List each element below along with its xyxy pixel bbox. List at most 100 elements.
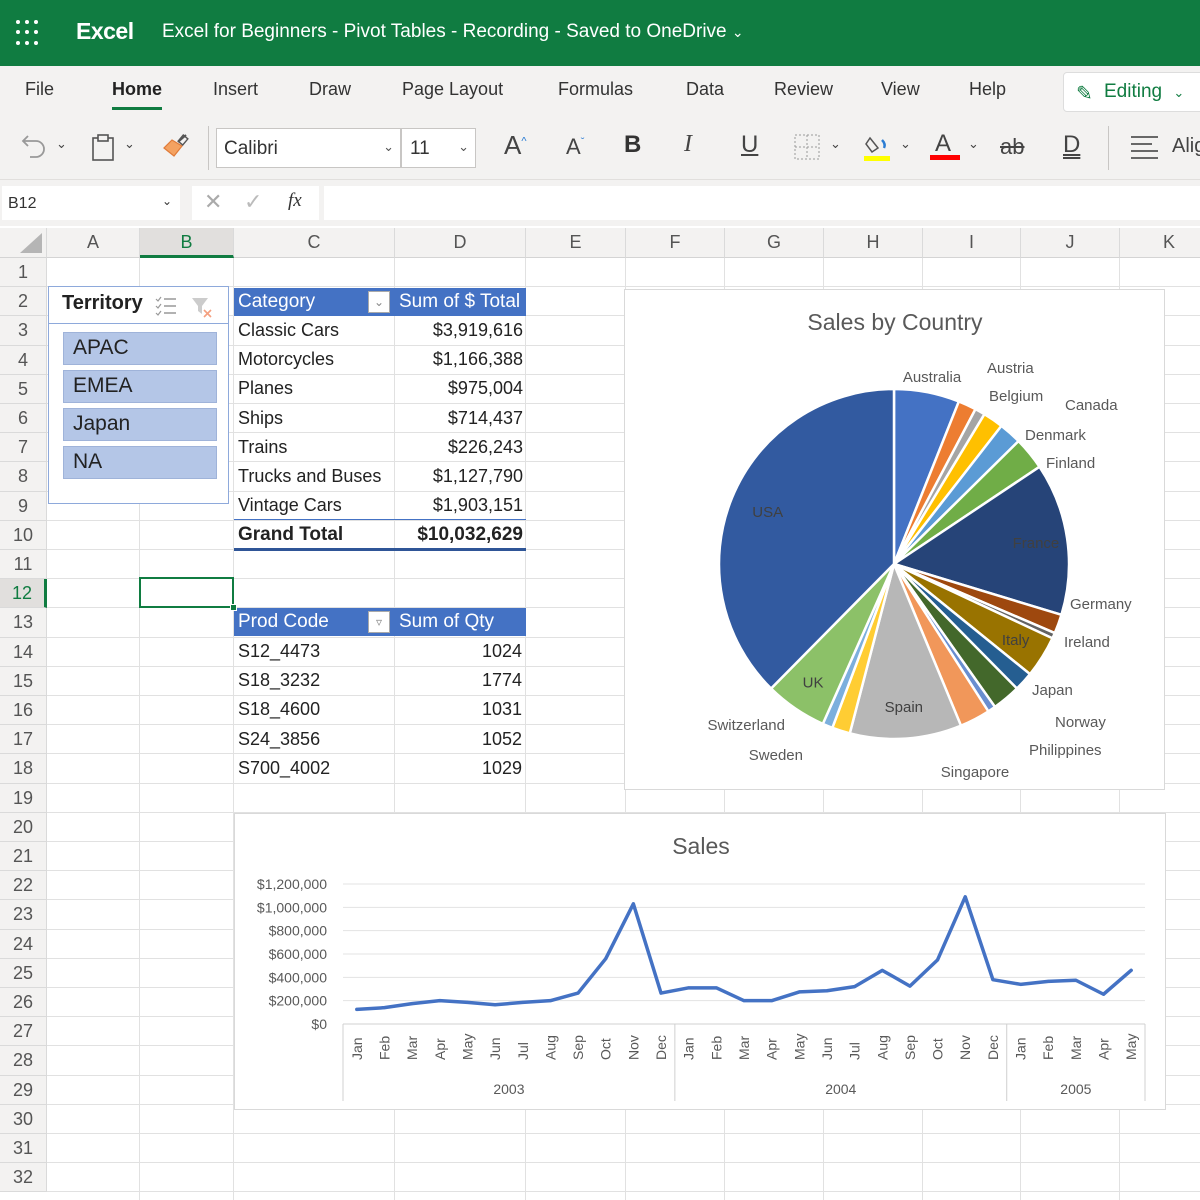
tab-review[interactable]: Review bbox=[774, 79, 833, 100]
row-header-15[interactable]: 15 bbox=[0, 666, 47, 696]
pivot-row-value[interactable]: $1,903,151 bbox=[395, 495, 523, 516]
row-header-7[interactable]: 7 bbox=[0, 433, 47, 463]
pivot-row-label[interactable]: Motorcycles bbox=[238, 349, 334, 370]
row-header-26[interactable]: 26 bbox=[0, 988, 47, 1018]
editing-mode-button[interactable]: ✎ Editing ⌄ bbox=[1063, 72, 1200, 112]
row-header-11[interactable]: 11 bbox=[0, 550, 47, 580]
column-header-c[interactable]: C bbox=[234, 228, 395, 258]
select-all-button[interactable] bbox=[0, 228, 47, 258]
sales-data-point[interactable] bbox=[1046, 979, 1050, 983]
fill-handle[interactable] bbox=[230, 604, 237, 611]
bold-button[interactable]: B bbox=[624, 131, 641, 159]
row-header-19[interactable]: 19 bbox=[0, 783, 47, 813]
tab-view[interactable]: View bbox=[881, 79, 920, 100]
territory-slicer[interactable]: Territory APAC EMEA Japan NA bbox=[48, 286, 229, 504]
row-header-17[interactable]: 17 bbox=[0, 725, 47, 755]
pie-chart-sales-by-country[interactable]: Sales by Country Australia Austria Belgium… bbox=[624, 289, 1165, 790]
row-header-1[interactable]: 1 bbox=[0, 258, 47, 288]
pivot-row-label[interactable]: Classic Cars bbox=[238, 320, 339, 341]
font-name-select[interactable]: Calibri ⌄ bbox=[216, 128, 401, 168]
grand-total-label[interactable]: Grand Total bbox=[238, 524, 343, 546]
sales-data-point[interactable] bbox=[1019, 982, 1023, 986]
tab-draw[interactable]: Draw bbox=[309, 79, 351, 100]
tab-insert[interactable]: Insert bbox=[213, 79, 258, 100]
sales-data-point[interactable] bbox=[991, 978, 995, 982]
sales-data-point[interactable] bbox=[631, 902, 635, 906]
tab-data[interactable]: Data bbox=[686, 79, 724, 100]
document-title[interactable]: Excel for Beginners - Pivot Tables - Rec… bbox=[162, 21, 744, 43]
align-label[interactable]: Alig bbox=[1172, 135, 1200, 158]
pivot-header-sum-total[interactable]: Sum of $ Total bbox=[395, 288, 526, 316]
column-header-b[interactable]: B bbox=[140, 228, 234, 258]
sales-data-point[interactable] bbox=[604, 957, 608, 961]
row-header-3[interactable]: 3 bbox=[0, 316, 47, 346]
sales-data-point[interactable] bbox=[797, 990, 801, 994]
borders-icon[interactable] bbox=[794, 134, 820, 166]
column-header-d[interactable]: D bbox=[395, 228, 526, 258]
row-header-6[interactable]: 6 bbox=[0, 404, 47, 434]
sales-data-point[interactable] bbox=[853, 985, 857, 989]
column-header-g[interactable]: G bbox=[725, 228, 824, 258]
pivot-row-value[interactable]: $714,437 bbox=[395, 408, 523, 429]
font-size-select[interactable]: 11 ⌄ bbox=[401, 128, 476, 168]
sales-data-point[interactable] bbox=[1129, 968, 1133, 972]
category-filter-dropdown-icon[interactable]: ⌄ bbox=[368, 291, 390, 313]
sales-data-point[interactable] bbox=[410, 1002, 414, 1006]
row-header-14[interactable]: 14 bbox=[0, 637, 47, 667]
pivot-row-value[interactable]: $1,166,388 bbox=[395, 349, 523, 370]
slicer-item-apac[interactable]: APAC bbox=[63, 332, 217, 365]
app-name[interactable]: Excel bbox=[76, 18, 134, 45]
sales-data-point[interactable] bbox=[438, 999, 442, 1003]
grand-total-value[interactable]: $10,032,629 bbox=[395, 524, 523, 546]
prod-code-filter-icon[interactable]: ▿ bbox=[368, 611, 390, 633]
pivot-row-label[interactable]: S700_4002 bbox=[238, 758, 330, 779]
column-header-e[interactable]: E bbox=[526, 228, 626, 258]
formula-input[interactable] bbox=[324, 186, 1200, 220]
row-header-22[interactable]: 22 bbox=[0, 871, 47, 901]
fill-color-dropdown-icon[interactable]: ⌄ bbox=[900, 136, 911, 152]
pivot-row-label[interactable]: S18_3232 bbox=[238, 670, 320, 691]
format-painter-icon[interactable] bbox=[160, 132, 190, 166]
row-header-25[interactable]: 25 bbox=[0, 958, 47, 988]
grow-font-button[interactable]: A^ bbox=[504, 130, 527, 161]
clear-filter-icon[interactable] bbox=[191, 296, 213, 323]
tab-file[interactable]: File bbox=[25, 79, 54, 100]
multi-select-icon[interactable] bbox=[155, 296, 177, 321]
row-header-12[interactable]: 12 bbox=[0, 579, 47, 609]
sales-data-point[interactable] bbox=[936, 958, 940, 962]
tab-home[interactable]: Home bbox=[112, 79, 163, 110]
app-launcher-icon[interactable] bbox=[16, 20, 42, 46]
sales-data-point[interactable] bbox=[825, 989, 829, 993]
tab-formulas[interactable]: Formulas bbox=[558, 79, 633, 100]
undo-icon[interactable] bbox=[20, 130, 48, 166]
sales-data-point[interactable] bbox=[465, 1000, 469, 1004]
sales-data-point[interactable] bbox=[770, 999, 774, 1003]
row-header-30[interactable]: 30 bbox=[0, 1104, 47, 1134]
tab-page-layout[interactable]: Page Layout bbox=[402, 79, 503, 100]
column-header-h[interactable]: H bbox=[824, 228, 923, 258]
sales-data-point[interactable] bbox=[493, 1003, 497, 1007]
slicer-item-japan[interactable]: Japan bbox=[63, 408, 217, 441]
pivot-row-value[interactable]: $1,127,790 bbox=[395, 466, 523, 487]
pivot-row-value[interactable]: 1774 bbox=[395, 670, 522, 691]
pivot-row-label[interactable]: S12_4473 bbox=[238, 641, 320, 662]
paste-icon[interactable] bbox=[90, 132, 116, 168]
column-header-i[interactable]: I bbox=[923, 228, 1021, 258]
paste-dropdown-icon[interactable]: ⌄ bbox=[124, 136, 135, 152]
slicer-item-emea[interactable]: EMEA bbox=[63, 370, 217, 403]
pivot-header-sum-qty[interactable]: Sum of Qty bbox=[395, 608, 526, 636]
sales-data-point[interactable] bbox=[1074, 978, 1078, 982]
insert-function-icon[interactable]: fx bbox=[288, 190, 302, 212]
sales-data-point[interactable] bbox=[714, 986, 718, 990]
row-header-23[interactable]: 23 bbox=[0, 900, 47, 930]
enter-icon[interactable]: ✓ bbox=[244, 189, 262, 215]
pivot-row-label[interactable]: S24_3856 bbox=[238, 729, 320, 750]
row-header-27[interactable]: 27 bbox=[0, 1017, 47, 1047]
row-header-13[interactable]: 13 bbox=[0, 608, 47, 638]
sales-data-point[interactable] bbox=[742, 999, 746, 1003]
row-header-32[interactable]: 32 bbox=[0, 1163, 47, 1193]
sales-data-point[interactable] bbox=[382, 1006, 386, 1010]
column-header-k[interactable]: K bbox=[1120, 228, 1200, 258]
strikethrough-button[interactable]: ab bbox=[1000, 134, 1024, 160]
row-header-9[interactable]: 9 bbox=[0, 491, 47, 521]
